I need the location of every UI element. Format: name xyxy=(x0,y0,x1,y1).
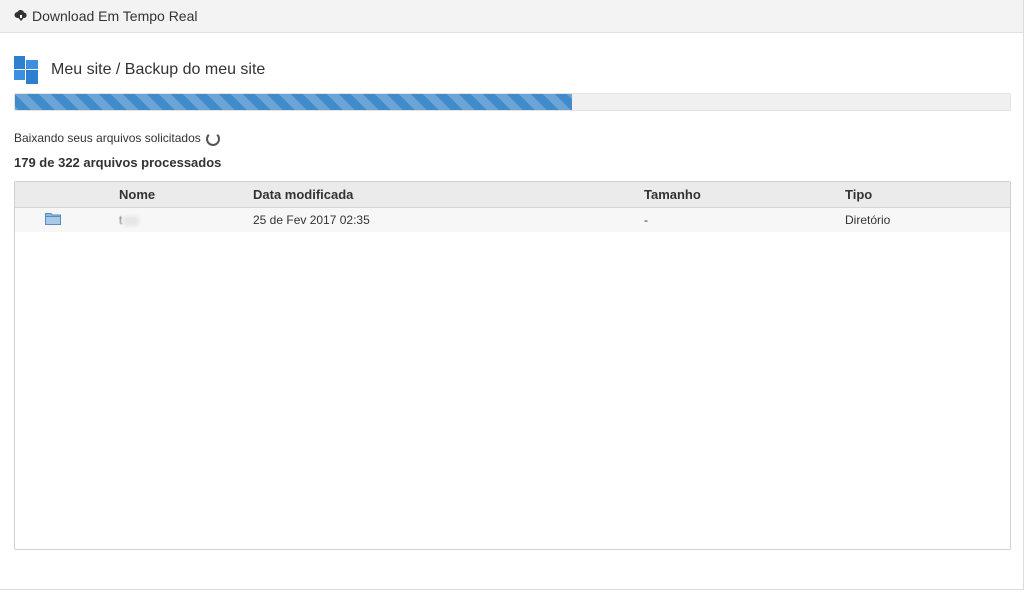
row-size-cell: - xyxy=(644,207,845,232)
cloud-download-icon xyxy=(14,9,28,23)
table-row[interactable]: t 25 de Fev 2017 02:35 - Diretório xyxy=(15,207,1010,232)
loading-spinner-icon xyxy=(205,132,220,146)
breadcrumb: Meu site / Backup do meu site xyxy=(14,56,265,84)
row-name-cell[interactable]: t xyxy=(119,207,253,232)
row-name[interactable]: t xyxy=(119,213,122,227)
folder-icon xyxy=(45,212,61,228)
page-title: Meu site / Backup do meu site xyxy=(51,61,266,78)
files-processed-counter: 179 de 322 arquivos processados xyxy=(14,155,222,170)
column-header-date[interactable]: Data modificada xyxy=(253,182,644,208)
progress-fill xyxy=(15,94,573,110)
table-header-row: Nome Data modificada Tamanho Tipo xyxy=(15,182,1010,208)
download-progress-bar xyxy=(14,93,1011,111)
redacted-name xyxy=(123,215,140,226)
file-table: Nome Data modificada Tamanho Tipo t 25 d… xyxy=(14,181,1011,550)
status-text: Baixando seus arquivos solicitados xyxy=(14,130,201,145)
column-header-name[interactable]: Nome xyxy=(119,182,253,208)
column-header-icon xyxy=(15,182,119,208)
column-header-type[interactable]: Tipo xyxy=(845,182,1010,208)
panel-title: Download Em Tempo Real xyxy=(32,8,198,24)
row-date-cell: 25 de Fev 2017 02:35 xyxy=(253,207,644,232)
windows-logo-icon xyxy=(14,56,38,84)
panel-header: Download Em Tempo Real xyxy=(0,0,1023,33)
column-header-size[interactable]: Tamanho xyxy=(644,182,845,208)
download-panel: Download Em Tempo Real Meu site / Backup… xyxy=(0,0,1024,590)
row-type-cell: Diretório xyxy=(845,207,1010,232)
status-message: Baixando seus arquivos solicitados xyxy=(14,129,220,146)
row-icon-cell xyxy=(15,207,119,232)
